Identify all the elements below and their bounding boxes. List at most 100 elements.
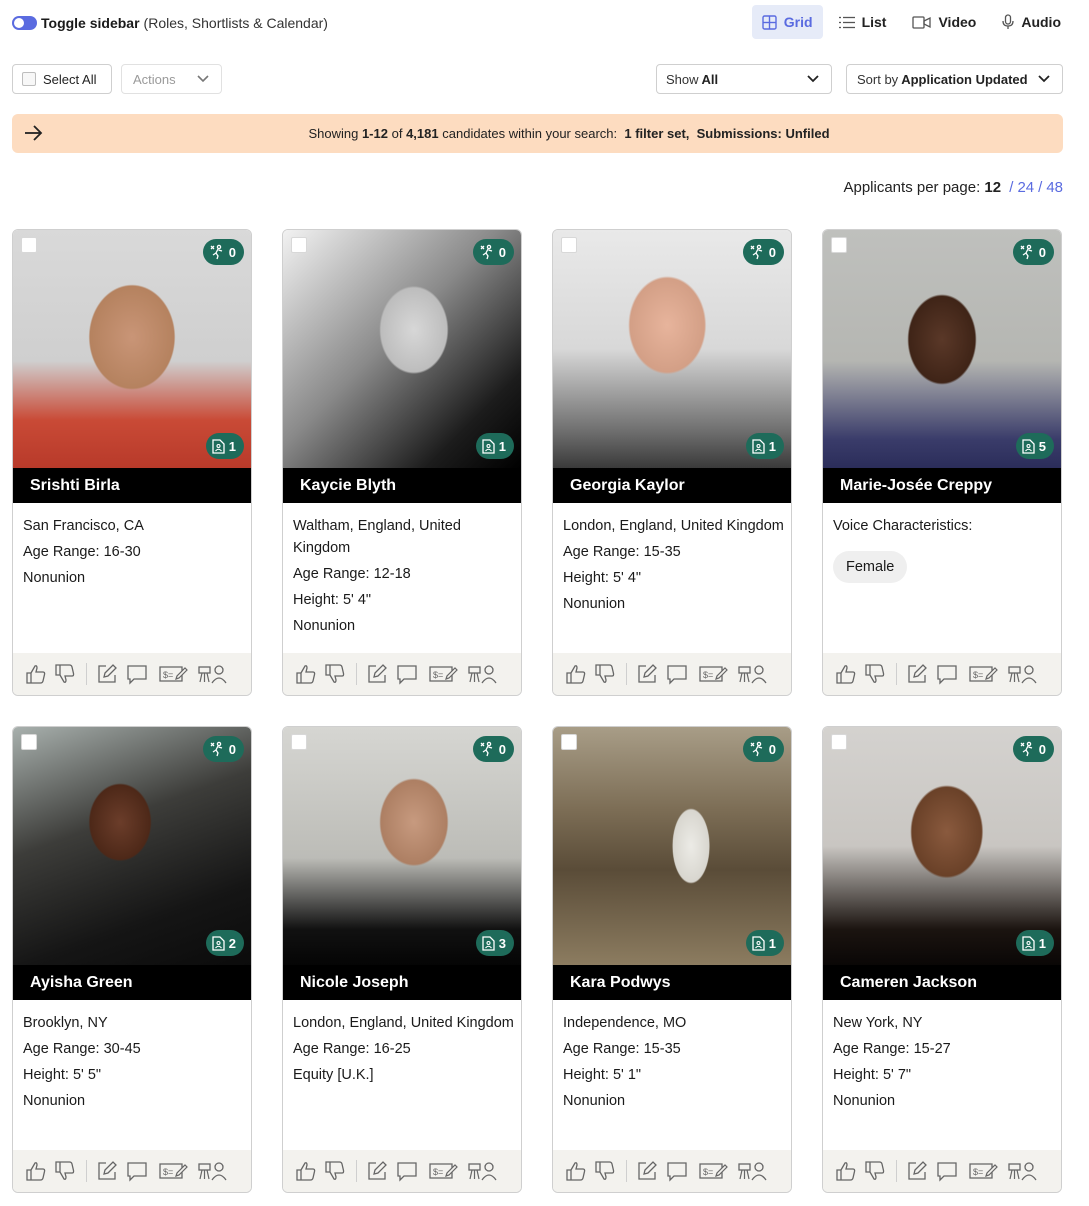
thumbs-down-icon[interactable] <box>320 661 350 687</box>
candidate-card[interactable]: 0 1 Kaycie Blyth Waltham, England, United K… <box>282 229 522 696</box>
edit-icon[interactable] <box>93 661 121 687</box>
auditions-badge[interactable]: 0 <box>202 239 244 265</box>
show-filter-dropdown[interactable]: Show All <box>656 64 832 94</box>
candidate-name[interactable]: Nicole Joseph <box>283 965 521 1000</box>
thumbs-up-icon[interactable] <box>292 1158 320 1184</box>
rate-icon[interactable]: $= <box>423 661 463 687</box>
select-all-checkbox[interactable] <box>22 72 36 86</box>
comment-icon[interactable] <box>931 661 963 687</box>
auditions-badge[interactable]: 0 <box>742 239 784 265</box>
thumbs-up-icon[interactable] <box>22 1158 50 1184</box>
cast-icon[interactable] <box>1003 661 1043 687</box>
candidate-card[interactable]: 0 5 Marie-Josée Creppy Voice Characteristic… <box>822 229 1062 696</box>
select-all-button[interactable]: Select All <box>12 64 112 94</box>
documents-badge[interactable]: 1 <box>745 433 784 459</box>
comment-icon[interactable] <box>931 1158 963 1184</box>
candidate-name[interactable]: Ayisha Green <box>13 965 251 1000</box>
thumbs-down-icon[interactable] <box>590 1158 620 1184</box>
cast-icon[interactable] <box>733 1158 773 1184</box>
edit-icon[interactable] <box>363 661 391 687</box>
auditions-badge[interactable]: 0 <box>472 239 514 265</box>
documents-badge[interactable]: 1 <box>1015 930 1054 956</box>
edit-icon[interactable] <box>633 661 661 687</box>
auditions-badge[interactable]: 0 <box>1012 239 1054 265</box>
tab-list[interactable]: List <box>829 5 897 39</box>
thumbs-up-icon[interactable] <box>292 661 320 687</box>
candidate-select-checkbox[interactable] <box>291 237 307 253</box>
thumbs-up-icon[interactable] <box>22 661 50 687</box>
candidate-card[interactable]: 0 1 Cameren Jackson New York, NY Age Range: … <box>822 726 1062 1193</box>
edit-icon[interactable] <box>93 1158 121 1184</box>
per-page-option-24[interactable]: 24 <box>1017 179 1034 196</box>
tab-audio[interactable]: Audio <box>992 5 1071 39</box>
cast-icon[interactable] <box>193 661 233 687</box>
sidebar-toggle[interactable]: Toggle sidebar (Roles, Shortlists & Cale… <box>12 14 328 32</box>
thumbs-down-icon[interactable] <box>50 661 80 687</box>
candidate-name[interactable]: Georgia Kaylor <box>553 468 791 503</box>
cast-icon[interactable] <box>733 661 773 687</box>
thumbs-up-icon[interactable] <box>832 661 860 687</box>
edit-icon[interactable] <box>903 1158 931 1184</box>
comment-icon[interactable] <box>661 661 693 687</box>
candidate-name[interactable]: Srishti Birla <box>13 468 251 503</box>
comment-icon[interactable] <box>661 1158 693 1184</box>
candidate-select-checkbox[interactable] <box>831 237 847 253</box>
candidate-card[interactable]: 0 1 Kara Podwys Independence, MO Age Range: … <box>552 726 792 1193</box>
tab-video[interactable]: Video <box>902 5 986 39</box>
candidate-select-checkbox[interactable] <box>561 734 577 750</box>
auditions-badge[interactable]: 0 <box>472 736 514 762</box>
thumbs-down-icon[interactable] <box>860 661 890 687</box>
documents-badge[interactable]: 1 <box>745 930 784 956</box>
documents-badge[interactable]: 5 <box>1015 433 1054 459</box>
candidate-name[interactable]: Cameren Jackson <box>823 965 1061 1000</box>
candidate-card[interactable]: 0 1 Georgia Kaylor London, England, United … <box>552 229 792 696</box>
thumbs-down-icon[interactable] <box>320 1158 350 1184</box>
candidate-name[interactable]: Marie-Josée Creppy <box>823 468 1061 503</box>
documents-badge[interactable]: 1 <box>475 433 514 459</box>
actions-dropdown[interactable]: Actions <box>121 64 222 94</box>
candidate-select-checkbox[interactable] <box>291 734 307 750</box>
thumbs-down-icon[interactable] <box>50 1158 80 1184</box>
candidate-card[interactable]: 0 3 Nicole Joseph London, England, United K… <box>282 726 522 1193</box>
documents-badge[interactable]: 3 <box>475 930 514 956</box>
rate-icon[interactable]: $= <box>963 661 1003 687</box>
thumbs-up-icon[interactable] <box>832 1158 860 1184</box>
per-page-option-48[interactable]: 48 <box>1046 179 1063 196</box>
comment-icon[interactable] <box>121 1158 153 1184</box>
edit-icon[interactable] <box>903 661 931 687</box>
rate-icon[interactable]: $= <box>153 661 193 687</box>
candidate-card[interactable]: 0 1 Srishti Birla San Francisco, CA Age Rang… <box>12 229 252 696</box>
rate-icon[interactable]: $= <box>693 661 733 687</box>
auditions-badge[interactable]: 0 <box>742 736 784 762</box>
candidate-name[interactable]: Kaycie Blyth <box>283 468 521 503</box>
rate-icon[interactable]: $= <box>153 1158 193 1184</box>
candidate-select-checkbox[interactable] <box>561 237 577 253</box>
sort-dropdown[interactable]: Sort by Application Updated <box>846 64 1063 94</box>
candidate-select-checkbox[interactable] <box>831 734 847 750</box>
candidate-select-checkbox[interactable] <box>21 734 37 750</box>
comment-icon[interactable] <box>391 1158 423 1184</box>
thumbs-down-icon[interactable] <box>590 661 620 687</box>
edit-icon[interactable] <box>363 1158 391 1184</box>
tab-grid[interactable]: Grid <box>751 5 823 39</box>
cast-icon[interactable] <box>463 661 503 687</box>
documents-badge[interactable]: 1 <box>205 433 244 459</box>
rate-icon[interactable]: $= <box>963 1158 1003 1184</box>
comment-icon[interactable] <box>391 661 423 687</box>
edit-icon[interactable] <box>633 1158 661 1184</box>
thumbs-up-icon[interactable] <box>562 1158 590 1184</box>
cast-icon[interactable] <box>1003 1158 1043 1184</box>
rate-icon[interactable]: $= <box>423 1158 463 1184</box>
auditions-badge[interactable]: 0 <box>202 736 244 762</box>
documents-badge[interactable]: 2 <box>205 930 244 956</box>
thumbs-down-icon[interactable] <box>860 1158 890 1184</box>
cast-icon[interactable] <box>463 1158 503 1184</box>
auditions-badge[interactable]: 0 <box>1012 736 1054 762</box>
cast-icon[interactable] <box>193 1158 233 1184</box>
candidate-select-checkbox[interactable] <box>21 237 37 253</box>
thumbs-up-icon[interactable] <box>562 661 590 687</box>
candidate-name[interactable]: Kara Podwys <box>553 965 791 1000</box>
comment-icon[interactable] <box>121 661 153 687</box>
rate-icon[interactable]: $= <box>693 1158 733 1184</box>
candidate-card[interactable]: 0 2 Ayisha Green Brooklyn, NY Age Range: 30-… <box>12 726 252 1193</box>
